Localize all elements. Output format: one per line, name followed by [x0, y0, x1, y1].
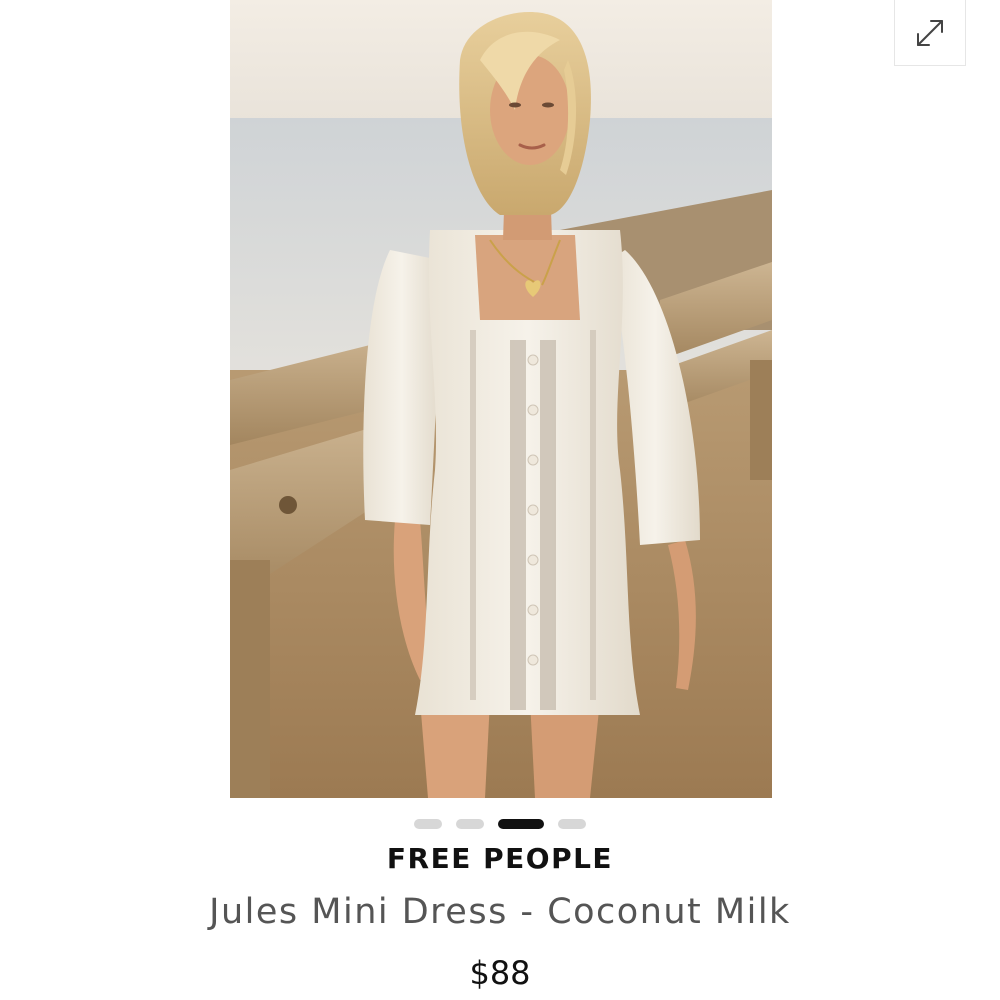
- carousel-dot-1[interactable]: [414, 819, 442, 829]
- expand-image-button[interactable]: [894, 0, 966, 66]
- product-photo-illustration: [230, 0, 772, 798]
- brand-name[interactable]: FREE PEOPLE: [0, 842, 1000, 875]
- product-price: $88: [469, 954, 531, 992]
- product-title: Jules Mini Dress - Coconut Milk: [209, 892, 791, 932]
- expand-diagonal-arrows-icon: [917, 19, 943, 46]
- carousel-dot-3-active[interactable]: [498, 819, 544, 829]
- carousel-pagination: [0, 819, 1000, 829]
- carousel-dot-4[interactable]: [558, 819, 586, 829]
- carousel-dot-2[interactable]: [456, 819, 484, 829]
- product-image[interactable]: [230, 0, 772, 798]
